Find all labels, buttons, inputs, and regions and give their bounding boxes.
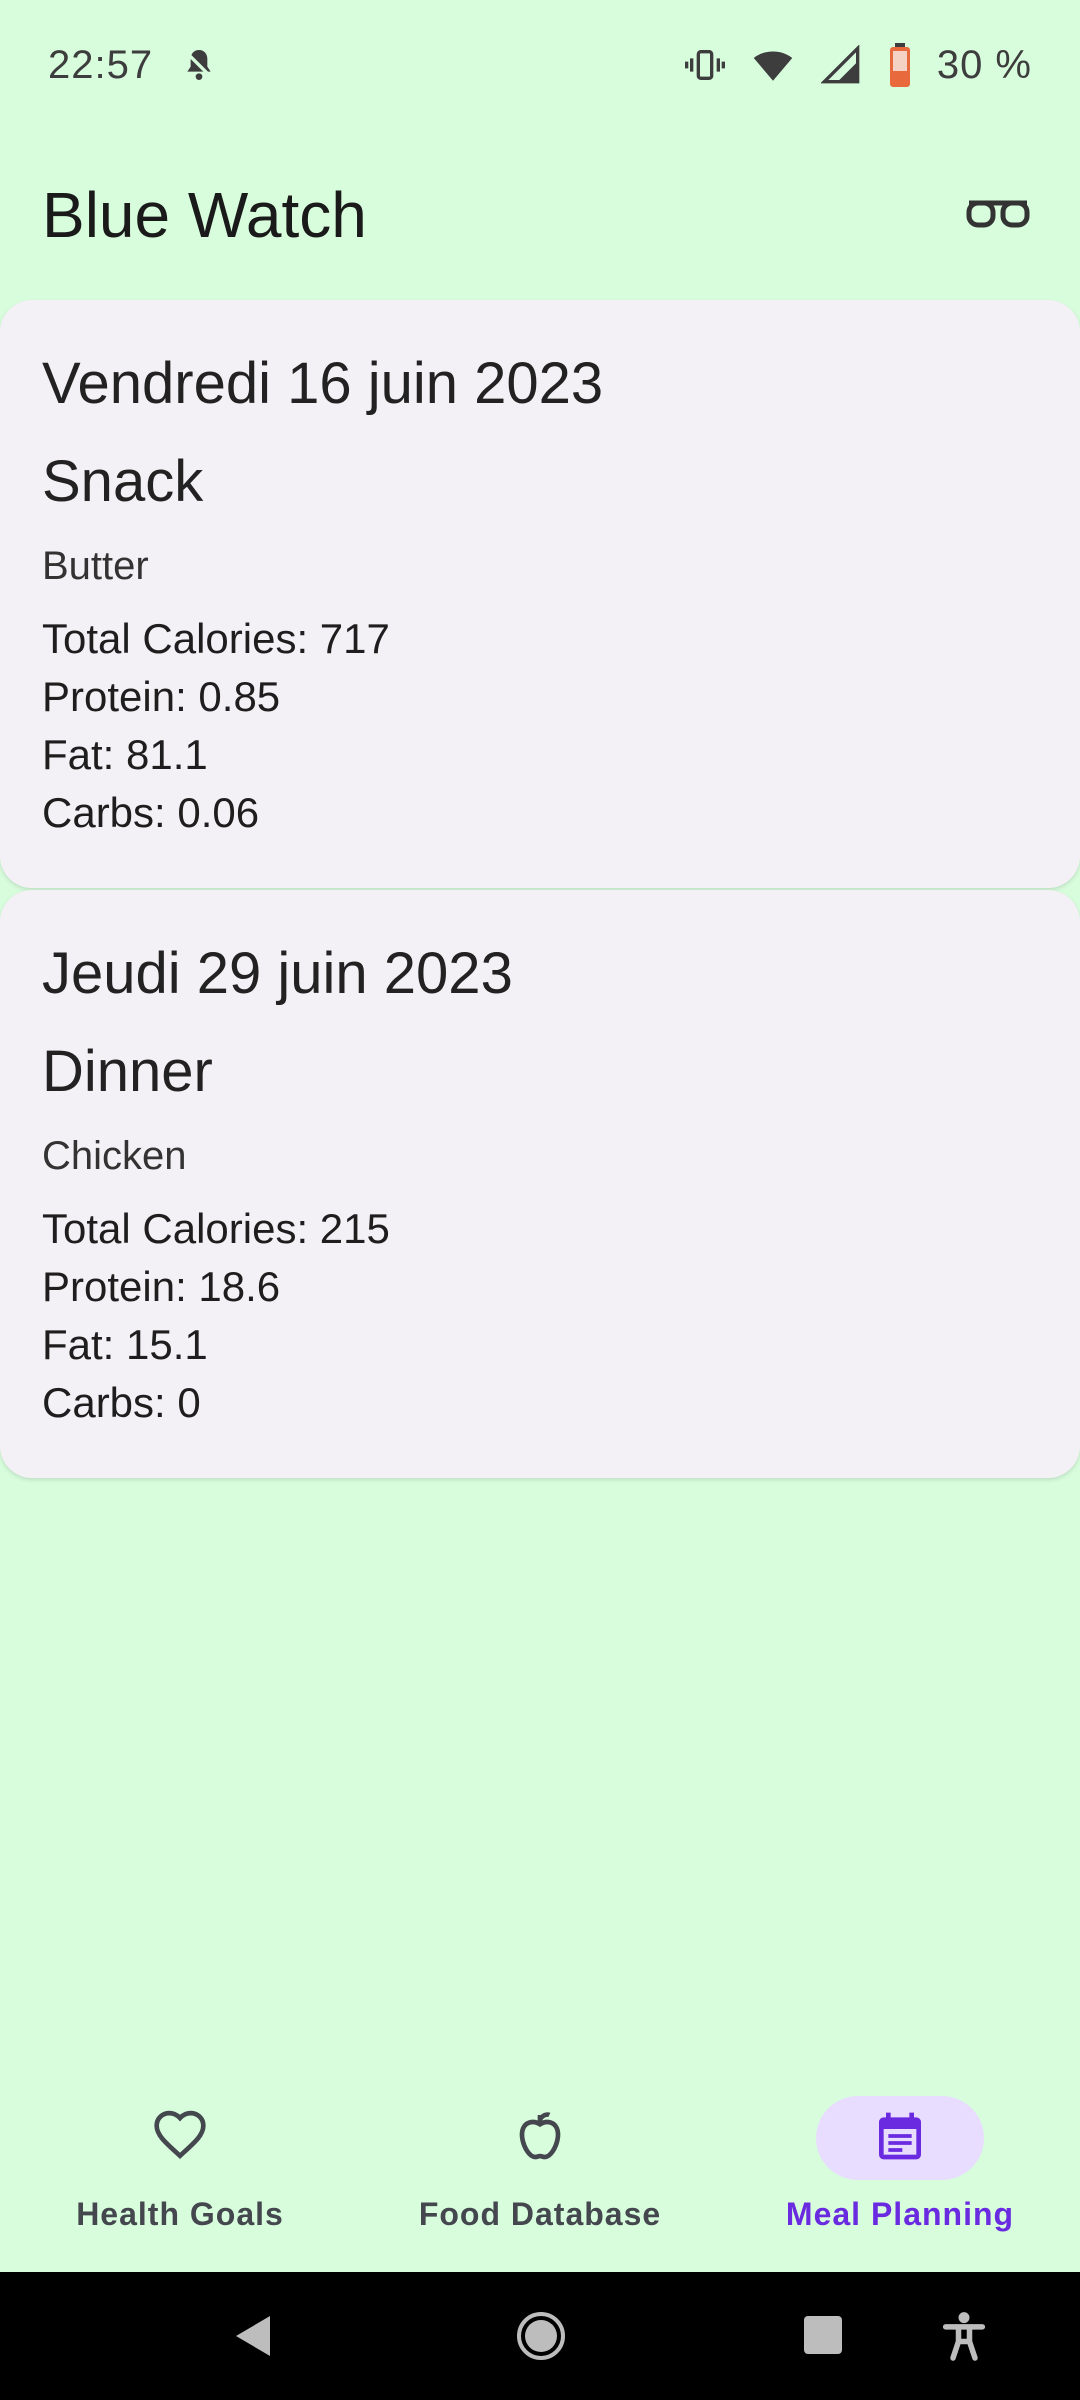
status-time: 22:57 <box>48 42 154 87</box>
meal-card[interactable]: Vendredi 16 juin 2023 Snack Butter Total… <box>0 300 1080 888</box>
nav-indicator <box>816 2096 984 2180</box>
meal-protein: Protein: 0.85 <box>42 672 281 720</box>
back-icon[interactable] <box>230 2312 276 2360</box>
meal-calories: Total Calories: 215 <box>42 1204 390 1252</box>
meal-protein: Protein: 18.6 <box>42 1262 281 1310</box>
nav-label: Health Goals <box>76 2196 284 2232</box>
meal-food: Butter <box>42 543 149 588</box>
nav-label: Food Database <box>418 2196 662 2232</box>
meal-card[interactable]: Jeudi 29 juin 2023 Dinner Chicken Total … <box>0 890 1080 1478</box>
bottom-navigation: Health Goals Food Database Meal Planning <box>0 2080 1080 2272</box>
glasses-icon[interactable] <box>958 175 1038 255</box>
nav-indicator <box>456 2096 624 2180</box>
home-icon[interactable] <box>515 2310 567 2362</box>
nav-indicator <box>96 2096 264 2180</box>
vibrate-icon <box>683 43 727 87</box>
top-app-bar: Blue Watch <box>0 150 1080 280</box>
meal-fat: Fat: 81.1 <box>42 730 208 778</box>
battery-percentage: 30 % <box>936 42 1032 87</box>
nav-item-health-goals[interactable]: Health Goals <box>15 2080 345 2233</box>
meal-date: Jeudi 29 juin 2023 <box>42 941 513 1006</box>
nav-label: Meal Planning <box>785 2196 1015 2232</box>
calendar-icon <box>872 2108 928 2169</box>
accessibility-icon[interactable] <box>942 2310 986 2362</box>
meal-carbs: Carbs: 0.06 <box>42 788 260 836</box>
app-title: Blue Watch <box>42 179 367 251</box>
meal-type: Snack <box>42 448 204 514</box>
meal-type: Dinner <box>42 1038 213 1104</box>
meal-carbs: Carbs: 0 <box>42 1378 201 1426</box>
meal-food: Chicken <box>42 1133 187 1178</box>
system-navigation-bar <box>0 2272 1080 2400</box>
meal-list: Vendredi 16 juin 2023 Snack Butter Total… <box>0 300 1080 1480</box>
meal-calories: Total Calories: 717 <box>42 614 390 662</box>
status-bar: 22:57 30 % <box>0 0 1080 130</box>
signal-icon <box>819 43 863 87</box>
meal-date: Vendredi 16 juin 2023 <box>42 351 604 416</box>
recents-icon[interactable] <box>802 2314 844 2356</box>
apple-icon <box>512 2108 568 2169</box>
nav-item-meal-planning[interactable]: Meal Planning <box>735 2080 1065 2233</box>
battery-icon <box>887 43 913 87</box>
notification-bell-icon <box>177 43 221 87</box>
wifi-icon <box>751 43 795 87</box>
heart-icon <box>152 2108 208 2169</box>
nav-item-food-database[interactable]: Food Database <box>375 2080 705 2233</box>
meal-fat: Fat: 15.1 <box>42 1320 208 1368</box>
